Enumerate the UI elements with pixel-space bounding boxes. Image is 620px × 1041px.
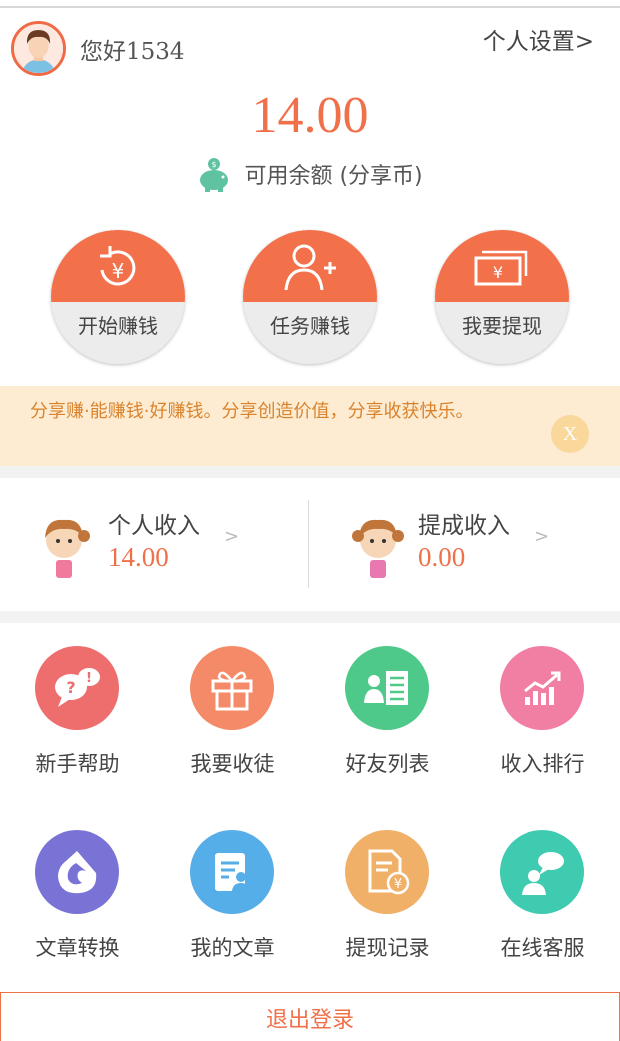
- add-user-icon: [284, 244, 336, 291]
- yen-refresh-icon: ¥: [100, 246, 136, 286]
- balance-label: 可用余额 (分享币): [244, 164, 423, 189]
- chevron-right-icon: >: [224, 526, 240, 547]
- user-header: 您好1534 个人设置>: [0, 8, 620, 78]
- piggy-bank-icon: $: [200, 158, 229, 192]
- grid-item-customer-service[interactable]: 在线客服: [465, 830, 620, 1000]
- income-divider: [308, 500, 309, 588]
- grid-label: 新手帮助: [35, 752, 120, 776]
- convert-icon: [58, 851, 97, 894]
- grid-label: 提现记录: [345, 936, 430, 960]
- withdraw-record-icon: ¥: [368, 849, 410, 895]
- grid-item-help[interactable]: ? ! 新手帮助: [0, 646, 155, 816]
- document-user-icon: [215, 853, 250, 891]
- grid-item-friends[interactable]: 好友列表: [310, 646, 465, 816]
- grid-item-ranking[interactable]: 收入排行: [465, 646, 620, 816]
- chevron-right-icon: >: [534, 526, 550, 547]
- girl-avatar-icon: [352, 519, 404, 578]
- grid-label: 文章转换: [35, 936, 120, 960]
- svg-text:¥: ¥: [394, 877, 402, 892]
- personal-income-item[interactable]: 个人收入 14.00 >: [36, 478, 336, 611]
- user-avatar-icon[interactable]: [11, 21, 66, 76]
- svg-text:?: ?: [66, 678, 75, 697]
- banknote-icon: ¥: [474, 250, 528, 286]
- commission-income-item[interactable]: 提成收入 0.00 >: [350, 478, 620, 611]
- notice-close-button[interactable]: X: [551, 415, 589, 453]
- section-divider: [0, 611, 620, 623]
- commission-income-title: 提成收入: [418, 513, 510, 539]
- svg-text:¥: ¥: [493, 263, 503, 282]
- grid-item-my-articles[interactable]: 我的文章: [155, 830, 310, 1000]
- trend-chart-icon: [524, 671, 561, 705]
- grid-label: 我要收徒: [190, 752, 275, 776]
- grid-item-convert[interactable]: 文章转换: [0, 830, 155, 1000]
- help-chat-icon: ? !: [55, 668, 100, 707]
- start-earning-button[interactable]: ¥ 开始赚钱: [51, 230, 185, 364]
- contact-list-icon: [364, 671, 408, 705]
- svg-text:!: !: [86, 671, 92, 686]
- task-earning-label: 任务赚钱: [270, 314, 350, 338]
- withdraw-button[interactable]: ¥ 我要提现: [435, 230, 569, 364]
- personal-income-value: 14.00: [108, 542, 169, 572]
- grid-item-withdraw-records[interactable]: ¥ 提现记录: [310, 830, 465, 1000]
- income-section: 个人收入 14.00 > 提成收入 0.00 >: [0, 478, 620, 611]
- balance-amount: 14.00: [251, 87, 369, 144]
- task-earning-button[interactable]: 任务赚钱: [243, 230, 377, 364]
- commission-income-value: 0.00: [418, 542, 466, 572]
- section-divider: [0, 466, 620, 478]
- svg-text:¥: ¥: [112, 259, 125, 283]
- grid-label: 好友列表: [345, 752, 430, 776]
- gift-icon: [211, 671, 253, 711]
- grid-item-recruit[interactable]: 我要收徒: [155, 646, 310, 816]
- customer-service-icon: [522, 852, 564, 895]
- grid-label: 收入排行: [500, 752, 585, 776]
- girl-avatar-icon: [45, 519, 90, 578]
- start-earning-label: 开始赚钱: [78, 314, 158, 338]
- svg-text:$: $: [212, 160, 217, 169]
- logout-button[interactable]: 退出登录: [0, 992, 620, 1041]
- notice-banner: 分享赚·能赚钱·好赚钱。分享创造价值，分享收获快乐。: [0, 386, 620, 466]
- balance-label-row: $ 可用余额 (分享币): [0, 156, 620, 192]
- personal-income-title: 个人收入: [108, 513, 200, 539]
- greeting-text: 您好1534: [80, 39, 185, 65]
- grid-label: 在线客服: [500, 936, 585, 960]
- notice-text: 分享赚·能赚钱·好赚钱。分享创造价值，分享收获快乐。: [30, 401, 474, 422]
- withdraw-label: 我要提现: [462, 314, 542, 338]
- grid-label: 我的文章: [190, 936, 275, 960]
- personal-settings-link[interactable]: 个人设置>: [483, 22, 594, 56]
